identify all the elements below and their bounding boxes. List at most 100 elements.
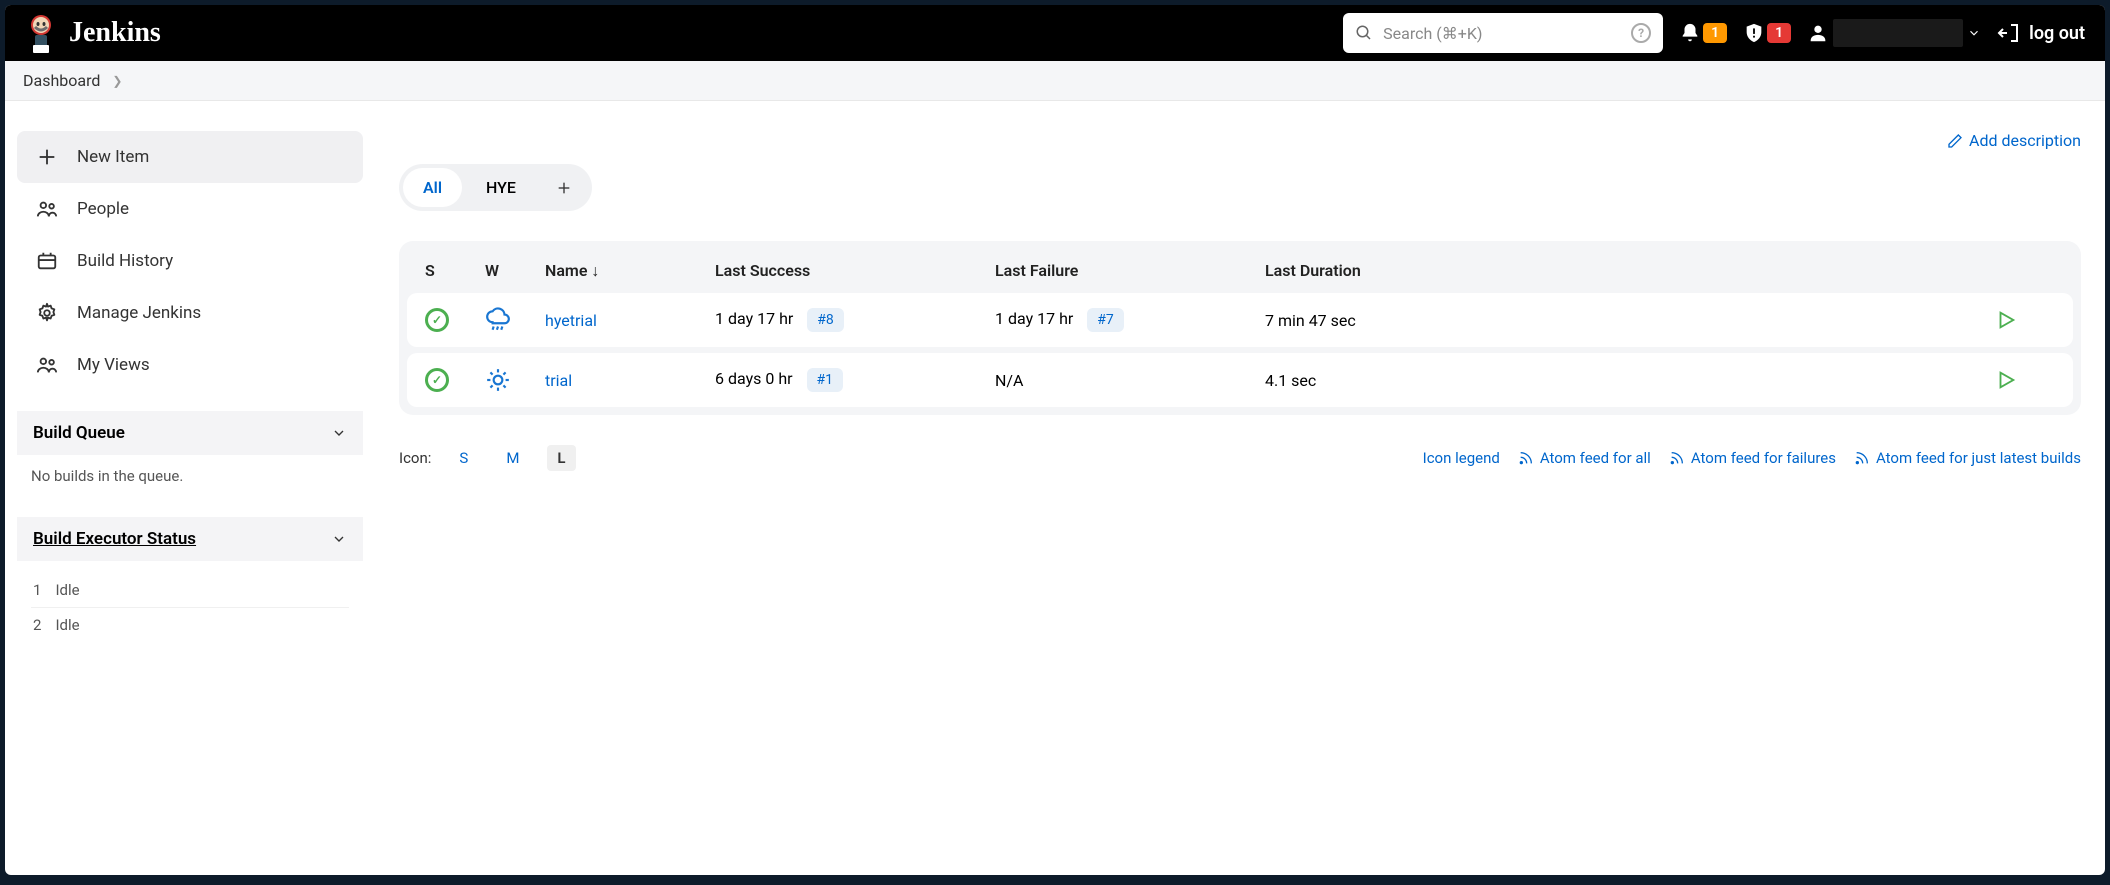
size-m-button[interactable]: M <box>496 445 529 471</box>
link-label: Icon legend <box>1423 449 1500 467</box>
build-queue-body: No builds in the queue. <box>17 455 363 497</box>
brand-text: Jenkins <box>69 17 161 49</box>
nav-label: People <box>77 199 129 219</box>
table-header-row: S W Name ↓ Last Success Last Failure Las… <box>407 249 2073 293</box>
username-box <box>1833 19 1963 47</box>
add-description-label: Add description <box>1969 131 2081 150</box>
chevron-down-icon <box>331 425 347 441</box>
job-name-link[interactable]: trial <box>545 371 572 390</box>
last-failure-time: N/A <box>995 371 1023 390</box>
shield-alert-icon <box>1743 22 1765 44</box>
tab-hye[interactable]: HYE <box>466 168 536 207</box>
chevron-down-icon <box>1967 26 1981 40</box>
col-last-success[interactable]: Last Success <box>715 261 995 281</box>
bell-icon <box>1679 22 1701 44</box>
nav-label: Build History <box>77 251 173 271</box>
last-success-cell: 6 days 0 hr #1 <box>715 368 995 392</box>
executor-panel: Build Executor Status 1 Idle 2 Idle <box>17 517 363 654</box>
chevron-down-icon <box>331 531 347 547</box>
build-tag[interactable]: #7 <box>1087 308 1124 332</box>
search-input[interactable] <box>1383 24 1621 43</box>
atom-all-link[interactable]: Atom feed for all <box>1518 449 1651 467</box>
search-box[interactable]: ? <box>1343 13 1663 53</box>
alerts-button[interactable]: 1 <box>1743 22 1791 44</box>
people-icon <box>35 197 59 221</box>
last-success-cell: 1 day 17 hr #8 <box>715 308 995 332</box>
duration-cell: 4.1 sec <box>1265 371 1995 390</box>
icon-size-label: Icon: <box>399 449 431 467</box>
status-cell: ✓ <box>425 308 485 332</box>
nav-build-history[interactable]: Build History <box>17 235 363 287</box>
chevron-right-icon: ❯ <box>112 74 122 88</box>
panel-title: Build Executor Status <box>33 529 196 549</box>
tab-add[interactable] <box>540 174 588 202</box>
view-tabs: All HYE <box>399 164 592 211</box>
play-icon <box>1995 309 2017 331</box>
header-bar: Jenkins ? 1 1 log out <box>5 5 2105 61</box>
breadcrumb: Dashboard ❯ <box>5 61 2105 101</box>
build-now-button[interactable] <box>1995 369 2055 391</box>
icon-legend-link[interactable]: Icon legend <box>1423 449 1500 467</box>
duration-cell: 7 min 47 sec <box>1265 311 1995 330</box>
executor-num: 1 <box>33 581 41 599</box>
nav-my-views[interactable]: My Views <box>17 339 363 391</box>
status-success-icon: ✓ <box>425 308 449 332</box>
atom-latest-link[interactable]: Atom feed for just latest builds <box>1854 449 2081 467</box>
col-weather[interactable]: W <box>485 261 545 281</box>
last-success-time: 6 days 0 hr <box>715 369 793 388</box>
pencil-icon <box>1947 133 1963 149</box>
main-content: Add description All HYE S W Name ↓ Last … <box>375 101 2105 666</box>
play-icon <box>1995 369 2017 391</box>
user-menu[interactable] <box>1807 19 1981 47</box>
job-table: S W Name ↓ Last Success Last Failure Las… <box>399 241 2081 415</box>
nav-new-item[interactable]: New Item <box>17 131 363 183</box>
footer-row: Icon: S M L Icon legend Atom feed for al… <box>399 445 2081 471</box>
plus-icon <box>35 145 59 169</box>
status-success-icon: ✓ <box>425 368 449 392</box>
add-description-link[interactable]: Add description <box>1947 131 2081 150</box>
executor-status: Idle <box>55 616 79 634</box>
table-row: ✓ trial 6 days 0 hr #1 N/A 4 <box>407 353 2073 407</box>
status-cell: ✓ <box>425 368 485 392</box>
sidebar: New Item People Build History Manage Jen… <box>5 101 375 666</box>
size-l-button[interactable]: L <box>547 445 575 471</box>
last-failure-cell: N/A <box>995 371 1265 390</box>
rss-icon <box>1669 450 1685 466</box>
help-icon[interactable]: ? <box>1631 23 1651 43</box>
executor-row: 2 Idle <box>31 608 349 642</box>
col-name[interactable]: Name ↓ <box>545 261 715 281</box>
table-row: ✓ hyetrial 1 day 17 hr #8 1 day 17 hr # <box>407 293 2073 347</box>
logo-area[interactable]: Jenkins <box>25 13 161 53</box>
col-last-failure[interactable]: Last Failure <box>995 261 1265 281</box>
executor-status: Idle <box>55 581 79 599</box>
nav-people[interactable]: People <box>17 183 363 235</box>
gear-icon <box>35 301 59 325</box>
build-tag[interactable]: #8 <box>807 308 844 332</box>
breadcrumb-item[interactable]: Dashboard <box>23 71 100 90</box>
logout-button[interactable]: log out <box>1997 21 2085 45</box>
last-failure-cell: 1 day 17 hr #7 <box>995 308 1265 332</box>
alert-badge: 1 <box>1767 23 1791 43</box>
link-label: Atom feed for failures <box>1691 449 1836 467</box>
executor-header[interactable]: Build Executor Status <box>17 517 363 561</box>
nav-label: New Item <box>77 147 149 167</box>
atom-failures-link[interactable]: Atom feed for failures <box>1669 449 1836 467</box>
tab-all[interactable]: All <box>403 168 462 207</box>
logout-label: log out <box>2029 23 2085 44</box>
size-s-button[interactable]: S <box>449 445 478 471</box>
build-queue-header[interactable]: Build Queue <box>17 411 363 455</box>
plus-icon <box>556 180 572 196</box>
build-now-button[interactable] <box>1995 309 2055 331</box>
col-last-duration[interactable]: Last Duration <box>1265 261 1995 281</box>
nav-manage-jenkins[interactable]: Manage Jenkins <box>17 287 363 339</box>
col-status[interactable]: S <box>425 261 485 281</box>
notifications-button[interactable]: 1 <box>1679 22 1727 44</box>
last-success-time: 1 day 17 hr <box>715 309 793 328</box>
people-icon <box>35 353 59 377</box>
notif-badge: 1 <box>1703 23 1727 43</box>
rss-icon <box>1854 450 1870 466</box>
build-tag[interactable]: #1 <box>807 368 844 392</box>
job-name-link[interactable]: hyetrial <box>545 311 597 330</box>
executor-row: 1 Idle <box>31 573 349 608</box>
link-label: Atom feed for just latest builds <box>1876 449 2081 467</box>
